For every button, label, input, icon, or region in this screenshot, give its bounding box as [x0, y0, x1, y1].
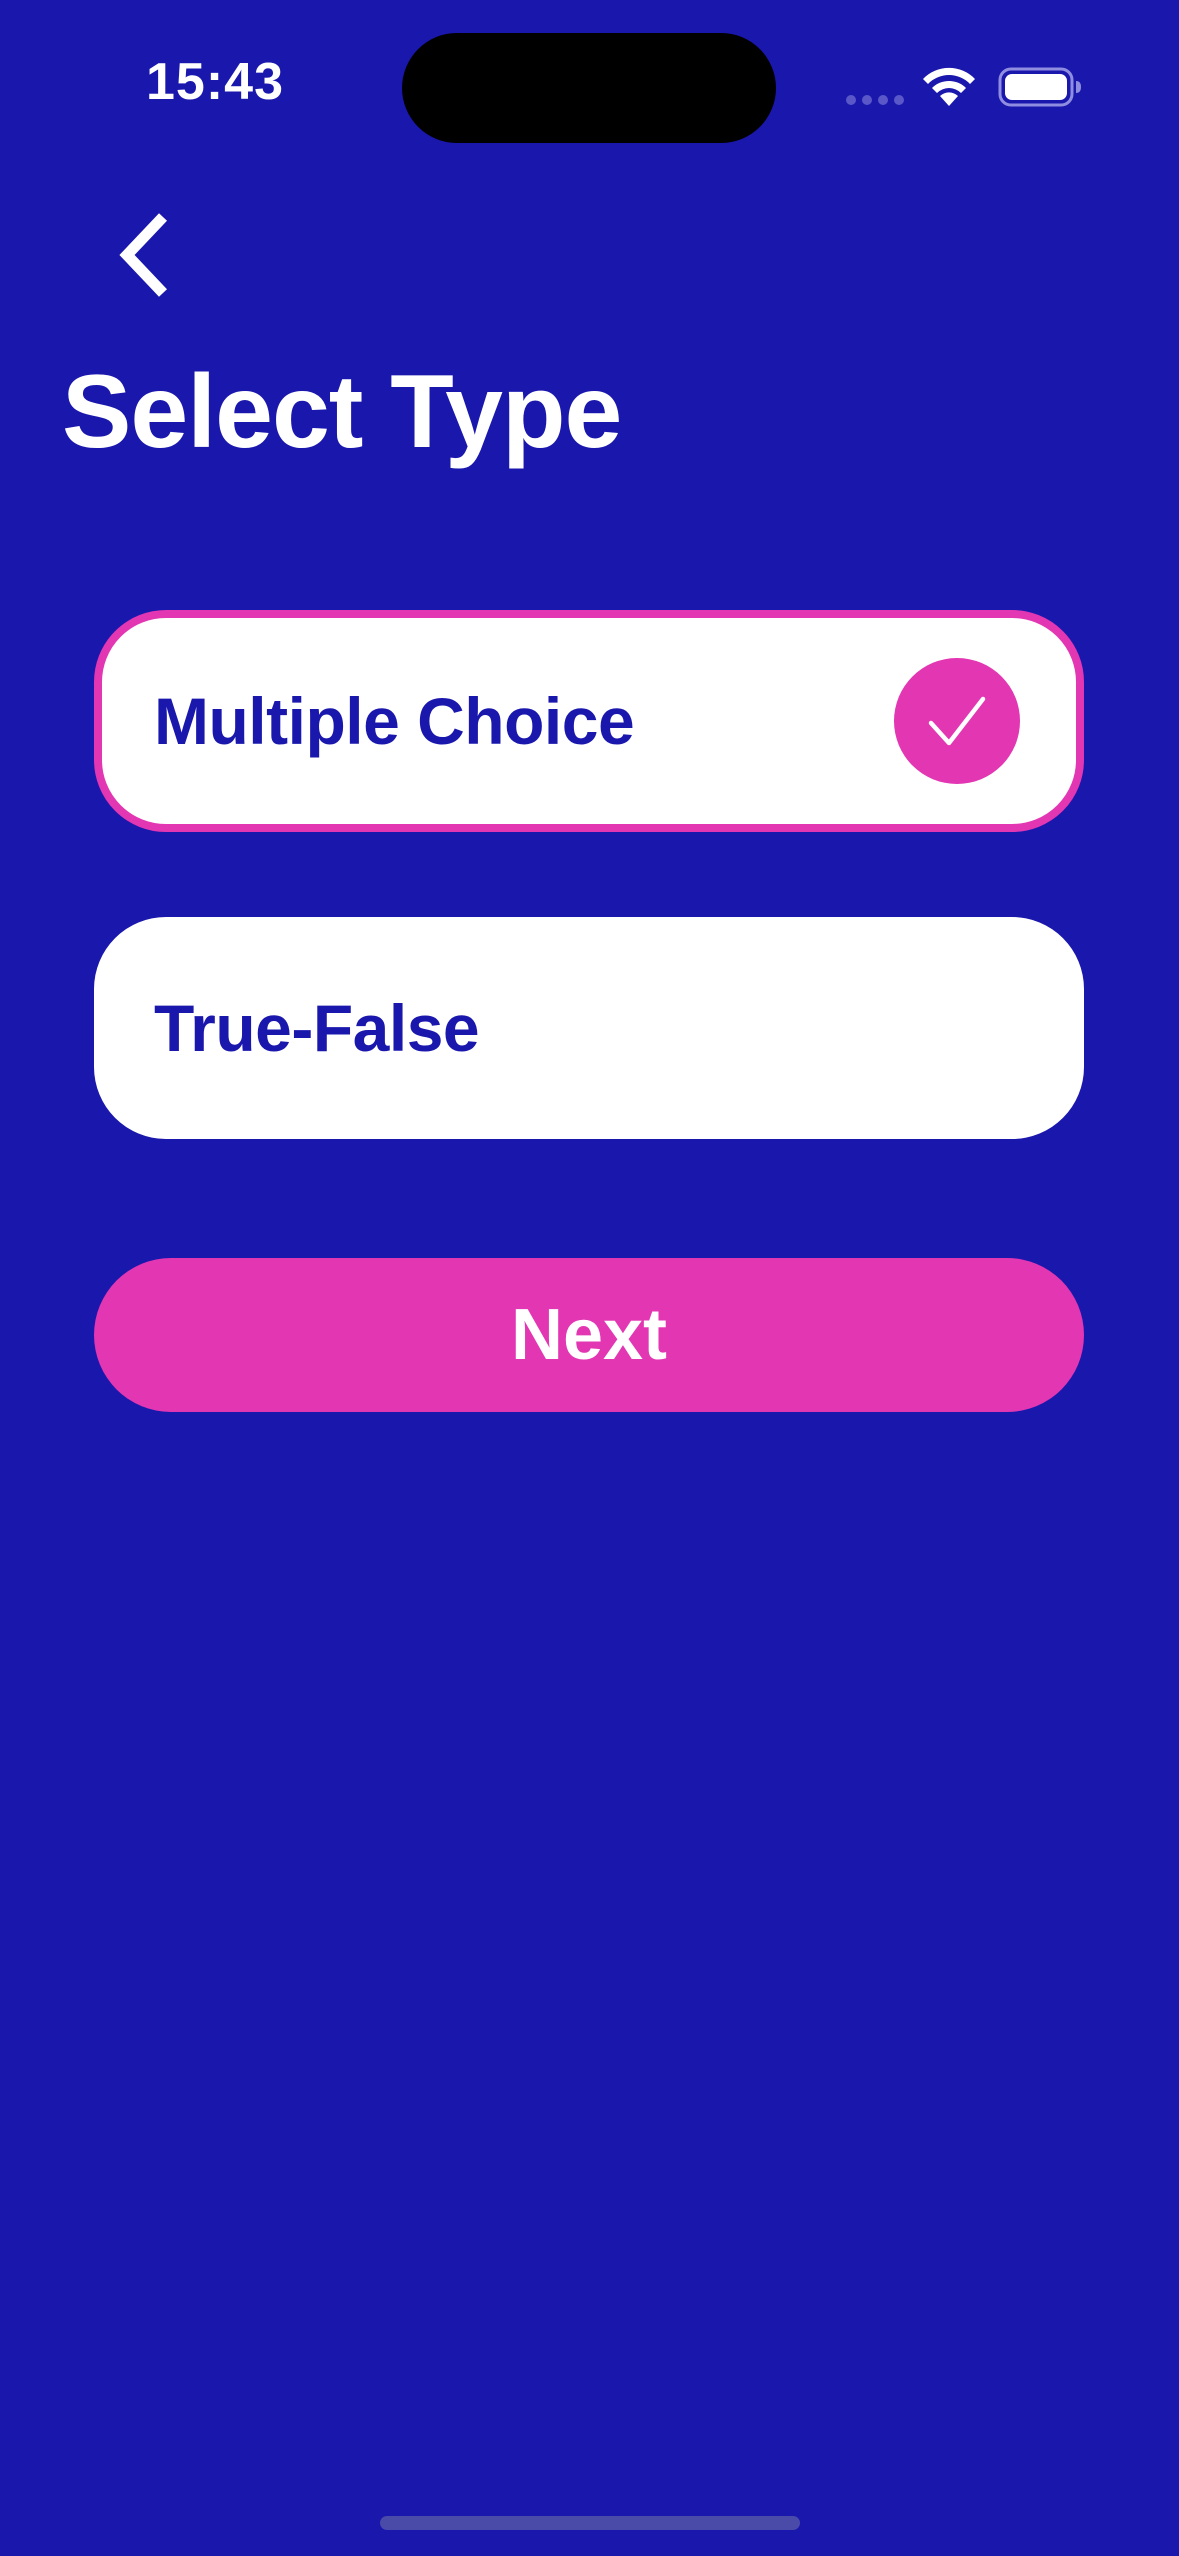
- page-title: Select Type: [62, 354, 622, 470]
- battery-icon: [998, 67, 1081, 107]
- cellular-signal-icon: [846, 95, 904, 105]
- option-multiple-choice[interactable]: Multiple Choice: [94, 610, 1084, 832]
- chevron-left-icon: [119, 213, 167, 297]
- dynamic-island: [402, 33, 776, 143]
- option-true-false[interactable]: True-False: [94, 917, 1084, 1139]
- status-time: 15:43: [146, 53, 284, 111]
- checkmark-icon: [928, 696, 986, 746]
- wifi-icon: [923, 67, 975, 106]
- status-bar: 15:43: [0, 0, 1179, 170]
- back-button[interactable]: [100, 205, 190, 305]
- option-label: Multiple Choice: [154, 684, 635, 758]
- option-label: True-False: [154, 991, 480, 1065]
- checkmark-badge: [894, 658, 1020, 784]
- next-button[interactable]: Next: [94, 1258, 1084, 1412]
- home-indicator[interactable]: [380, 2516, 800, 2530]
